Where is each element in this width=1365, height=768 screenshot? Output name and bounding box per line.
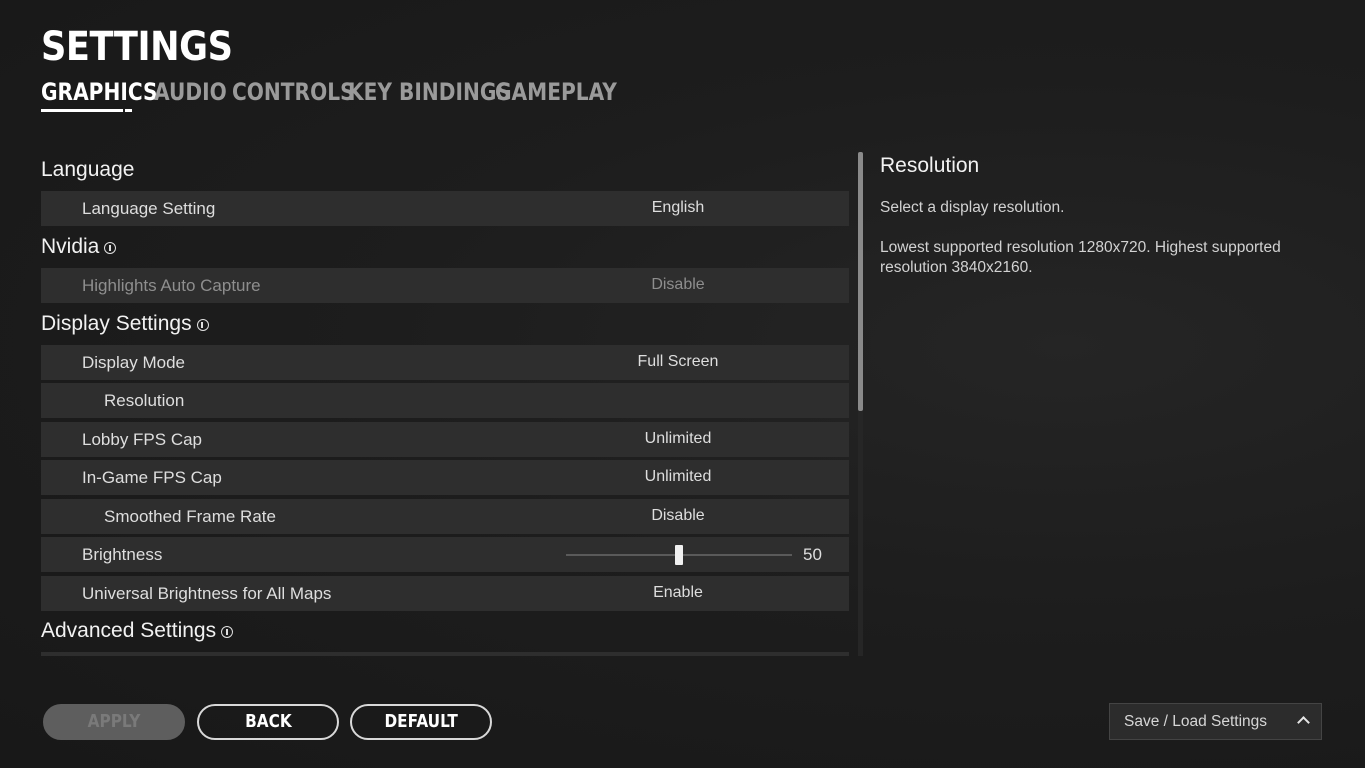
- section-display-label: Display Settings: [41, 312, 192, 335]
- smoothed-label: Smoothed Frame Rate: [104, 507, 276, 526]
- row-lobby-fps-cap[interactable]: Lobby FPS Cap Unlimited: [41, 422, 849, 457]
- tab-audio[interactable]: AUDIO: [154, 78, 227, 108]
- info-icon[interactable]: [196, 319, 209, 331]
- section-nvidia: Nvidia: [41, 232, 117, 262]
- active-tab-underline: [41, 109, 133, 112]
- resolution-label: Resolution: [104, 391, 185, 410]
- row-universal-brightness[interactable]: Universal Brightness for All Maps Enable: [41, 576, 849, 611]
- apply-button-label: APPLY: [87, 711, 141, 732]
- description-text-1: Select a display resolution.: [880, 199, 1065, 216]
- description-text-2: Lowest supported resolution 1280x720. Hi…: [880, 239, 1281, 276]
- settings-list: Language Language Setting English Nvidia…: [41, 152, 849, 656]
- brightness-label: Brightness: [82, 545, 163, 564]
- language-setting-value[interactable]: English: [578, 199, 778, 217]
- info-icon[interactable]: [221, 626, 234, 638]
- lobby-fps-value[interactable]: Unlimited: [578, 430, 778, 448]
- universal-brightness-value[interactable]: Enable: [578, 584, 778, 602]
- info-icon[interactable]: [104, 242, 117, 254]
- underline-tail: [125, 109, 132, 112]
- section-nvidia-label: Nvidia: [41, 235, 100, 258]
- brightness-value: 50: [803, 545, 822, 564]
- back-button[interactable]: BACK: [197, 704, 339, 740]
- section-advanced-settings: Advanced Settings: [41, 616, 234, 646]
- tab-key-bindings[interactable]: KEY BINDINGS: [348, 78, 511, 108]
- default-button[interactable]: DEFAULT: [350, 704, 492, 740]
- scrollbar-thumb[interactable]: [858, 152, 863, 411]
- back-button-label: BACK: [244, 711, 292, 732]
- section-advanced-label: Advanced Settings: [41, 619, 217, 642]
- tab-controls[interactable]: CONTROLS: [232, 78, 355, 108]
- row-highlights-auto-capture: Highlights Auto Capture Disable: [41, 268, 849, 303]
- section-display-settings: Display Settings: [41, 309, 209, 339]
- highlights-label: Highlights Auto Capture: [82, 276, 261, 295]
- display-mode-value[interactable]: Full Screen: [578, 353, 778, 371]
- apply-button[interactable]: APPLY: [43, 704, 185, 740]
- section-language: Language: [41, 155, 134, 185]
- smoothed-value[interactable]: Disable: [578, 507, 778, 525]
- page-title: SETTINGS: [41, 24, 233, 70]
- next-row-edge: [41, 652, 849, 656]
- tab-gameplay[interactable]: GAMEPLAY: [495, 78, 617, 108]
- chevron-up-icon: [1297, 716, 1310, 729]
- ingame-fps-value[interactable]: Unlimited: [578, 468, 778, 486]
- save-load-label: Save / Load Settings: [1124, 713, 1268, 730]
- save-load-settings-button[interactable]: Save / Load Settings: [1109, 703, 1322, 740]
- row-language-setting[interactable]: Language Setting English: [41, 191, 849, 226]
- description-title: Resolution: [880, 154, 980, 177]
- display-mode-label: Display Mode: [82, 353, 185, 372]
- row-smoothed-frame-rate[interactable]: Smoothed Frame Rate Disable: [41, 499, 849, 534]
- row-ingame-fps-cap[interactable]: In-Game FPS Cap Unlimited: [41, 460, 849, 495]
- brightness-slider-handle[interactable]: [675, 545, 683, 565]
- row-display-mode[interactable]: Display Mode Full Screen: [41, 345, 849, 380]
- default-button-label: DEFAULT: [384, 711, 458, 732]
- row-brightness[interactable]: Brightness 50: [41, 537, 849, 572]
- language-setting-label: Language Setting: [82, 199, 216, 218]
- section-language-label: Language: [41, 158, 135, 181]
- ingame-fps-label: In-Game FPS Cap: [82, 468, 222, 487]
- tab-graphics[interactable]: GRAPHICS: [41, 78, 158, 108]
- universal-brightness-label: Universal Brightness for All Maps: [82, 584, 332, 603]
- row-resolution[interactable]: Resolution: [41, 383, 849, 418]
- highlights-value: Disable: [651, 276, 705, 293]
- lobby-fps-label: Lobby FPS Cap: [82, 430, 203, 449]
- settings-scrollbar[interactable]: [858, 152, 863, 656]
